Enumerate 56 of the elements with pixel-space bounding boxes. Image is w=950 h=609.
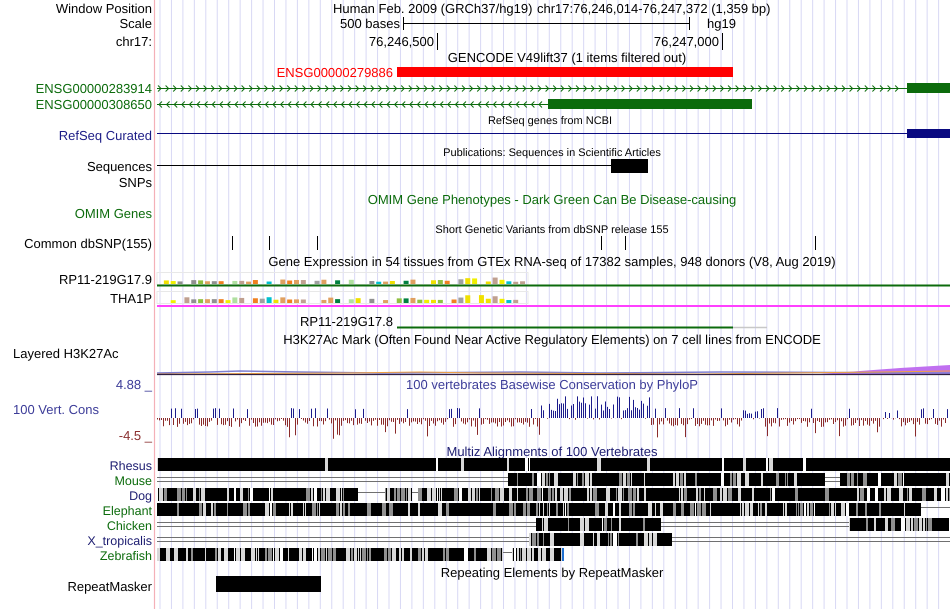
track-label[interactable]: RepeatMasker bbox=[67, 579, 152, 594]
sequence-feature-drawing[interactable] bbox=[156, 159, 648, 173]
track-label[interactable]: Layered H3K27Ac bbox=[13, 346, 119, 361]
assembly-label: Human Feb. 2009 (GRCh37/hg19) bbox=[333, 1, 532, 16]
expression-gene-drawing[interactable] bbox=[156, 291, 950, 307]
axis-label: 4.88 _ bbox=[116, 377, 152, 392]
track-label[interactable]: X_tropicalis bbox=[87, 534, 152, 548]
axis-label: -4.5 _ bbox=[118, 428, 152, 443]
track-label[interactable]: Chicken bbox=[106, 519, 152, 533]
track-label[interactable]: Mouse bbox=[114, 474, 152, 488]
ruler-tick-label: 76,246,500 bbox=[368, 34, 434, 49]
track-title: RefSeq genes from NCBI bbox=[488, 115, 612, 127]
track-label[interactable]: 100 Vert. Cons bbox=[13, 402, 99, 417]
snp-tick[interactable] bbox=[317, 236, 318, 250]
track-label[interactable]: ENSG00000283914 bbox=[36, 81, 152, 96]
track-label[interactable]: Rhesus bbox=[110, 459, 152, 473]
snp-tick[interactable] bbox=[815, 236, 816, 250]
track-title: Gene Expression in 54 tissues from GTEx RNA-seq of 17382 samples, 948 donors (V8, Aug 2019) bbox=[268, 254, 836, 269]
snp-tick[interactable] bbox=[601, 236, 602, 250]
snp-tick[interactable] bbox=[232, 236, 233, 250]
track-label[interactable]: ENSG00000308650 bbox=[36, 97, 152, 112]
gene-model-drawing[interactable] bbox=[156, 83, 950, 93]
snp-tick[interactable] bbox=[625, 236, 626, 250]
track-label[interactable]: RP11-219G17.9 bbox=[59, 272, 152, 287]
track-label[interactable]: Zebrafish bbox=[100, 549, 152, 563]
track-title: Repeating Elements by RepeatMasker bbox=[440, 565, 664, 580]
scale-length-label: 500 bases bbox=[340, 16, 400, 31]
track-title: OMIM Gene Phenotypes - Dark Green Can Be Disease-causing bbox=[368, 192, 736, 207]
track-label[interactable]: Sequences bbox=[86, 159, 152, 174]
track-label[interactable]: Dog bbox=[129, 489, 152, 503]
track-title: Short Genetic Variants from dbSNP release 155 bbox=[435, 224, 669, 236]
track-label[interactable]: Window Position bbox=[56, 1, 152, 16]
track-label[interactable]: OMIM Genes bbox=[74, 206, 152, 221]
track-title: GENCODE V49lift37 (1 items filtered out) bbox=[448, 50, 686, 65]
track-label[interactable]: RefSeq Curated bbox=[58, 128, 152, 143]
scale-assembly-label: hg19 bbox=[707, 16, 736, 31]
track-label[interactable]: SNPs bbox=[118, 175, 152, 190]
position-label: chr17:76,246,014-76,247,372 (1,359 bp) bbox=[537, 1, 770, 16]
feature-label: RP11-219G17.8 bbox=[300, 314, 393, 329]
feature-label: ENSG00000279886 bbox=[276, 65, 393, 80]
ruler-tick bbox=[722, 32, 723, 50]
track-label[interactable]: THA1P bbox=[110, 291, 152, 306]
expression-gene-drawing[interactable] bbox=[156, 272, 950, 286]
gene-model-drawing[interactable] bbox=[156, 99, 752, 109]
track-title: Multiz Alignments of 100 Vertebrates bbox=[446, 444, 658, 459]
snp-tick[interactable] bbox=[269, 236, 270, 250]
ruler-tick-label: 76,247,000 bbox=[654, 34, 719, 49]
track-label[interactable]: Elephant bbox=[102, 504, 152, 518]
track-title: 100 vertebrates Basewise Conservation by PhyloP bbox=[406, 377, 698, 392]
gene-model-drawing[interactable] bbox=[156, 129, 950, 138]
track-label[interactable]: Scale bbox=[119, 16, 152, 31]
track-title: H3K27Ac Mark (Often Found Near Active Regulatory Elements) on 7 cell lines from ENCODE bbox=[283, 332, 821, 347]
track-label[interactable]: Common dbSNP(155) bbox=[24, 236, 152, 251]
track-title: Publications: Sequences in Scientific Articles bbox=[443, 147, 661, 159]
track-label[interactable]: chr17: bbox=[116, 34, 152, 49]
ruler-tick bbox=[437, 32, 438, 50]
